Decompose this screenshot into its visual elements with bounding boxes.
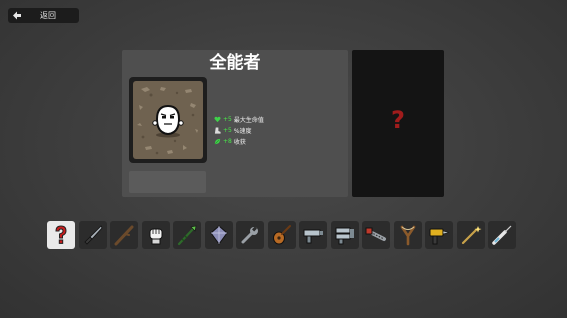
- stat-row: +5 %速度: [214, 125, 264, 136]
- arrow-left-icon: [13, 11, 21, 20]
- weapon-preview-panel: ?: [352, 50, 444, 197]
- unknown-weapon-icon: ?: [391, 106, 405, 134]
- weapon-slot-crystal[interactable]: [204, 221, 233, 249]
- wrench-icon: [241, 226, 258, 244]
- crystal-shard-icon: [209, 225, 228, 245]
- back-button[interactable]: 返回: [8, 8, 79, 23]
- stat-row: +5 最大生命值: [214, 114, 264, 125]
- chainsaw-icon: [365, 227, 386, 241]
- weapon-slot-blaster[interactable]: [299, 221, 327, 249]
- weapon-slot-drill[interactable]: [425, 221, 453, 249]
- weapon-slot-knife[interactable]: [78, 221, 107, 249]
- stat-value: +5: [223, 127, 232, 134]
- stick-icon: [114, 225, 134, 246]
- back-button-label: 返回: [40, 11, 56, 20]
- stat-row: +8 收获: [214, 136, 264, 147]
- double-blaster-icon: [335, 227, 354, 245]
- slingshot-icon: [400, 225, 415, 246]
- spear-icon: [177, 225, 197, 246]
- character-panel: 全能者 +5 最大生命值 +5 %速度 +8 收获: [122, 50, 348, 197]
- stat-value: +5: [223, 116, 232, 123]
- weapon-slot-wand[interactable]: [456, 221, 485, 249]
- random-question-icon: [55, 225, 67, 244]
- blaster-gun-icon: [303, 229, 323, 244]
- character-name: 全能者: [209, 53, 261, 73]
- weapon-slot-wrench[interactable]: [236, 221, 264, 249]
- weapon-slot-stick[interactable]: [110, 221, 138, 249]
- item-slot: [129, 171, 206, 193]
- stat-label: 收获: [233, 139, 246, 146]
- drill-icon: [429, 228, 450, 245]
- heart-icon: [214, 116, 221, 123]
- boot-icon: [214, 127, 221, 134]
- leaf-icon: [214, 138, 221, 145]
- stat-value: +8: [223, 138, 232, 145]
- weapon-slot-chainsaw[interactable]: [362, 221, 390, 249]
- weapon-slot-slingshot[interactable]: [393, 221, 422, 249]
- stat-label: %速度: [233, 128, 252, 135]
- fist-icon: [149, 228, 162, 245]
- character-portrait: [129, 77, 207, 163]
- character-portrait-icon: [137, 87, 198, 155]
- syringe-icon: [492, 225, 512, 245]
- knife-icon: [83, 225, 102, 245]
- weapon-slot-random[interactable]: [47, 221, 75, 249]
- weapon-slot-spear[interactable]: [173, 221, 201, 249]
- magic-wand-icon: [461, 226, 481, 245]
- character-stats: +5 最大生命值 +5 %速度 +8 收获: [214, 114, 264, 147]
- weapon-slot-double-blaster[interactable]: [330, 221, 359, 249]
- weapon-slot-fist[interactable]: [141, 221, 170, 249]
- stat-label: 最大生命值: [233, 117, 264, 124]
- weapon-slot-lute[interactable]: [267, 221, 296, 249]
- weapon-slot-syringe[interactable]: [488, 221, 516, 249]
- lute-icon: [272, 225, 291, 245]
